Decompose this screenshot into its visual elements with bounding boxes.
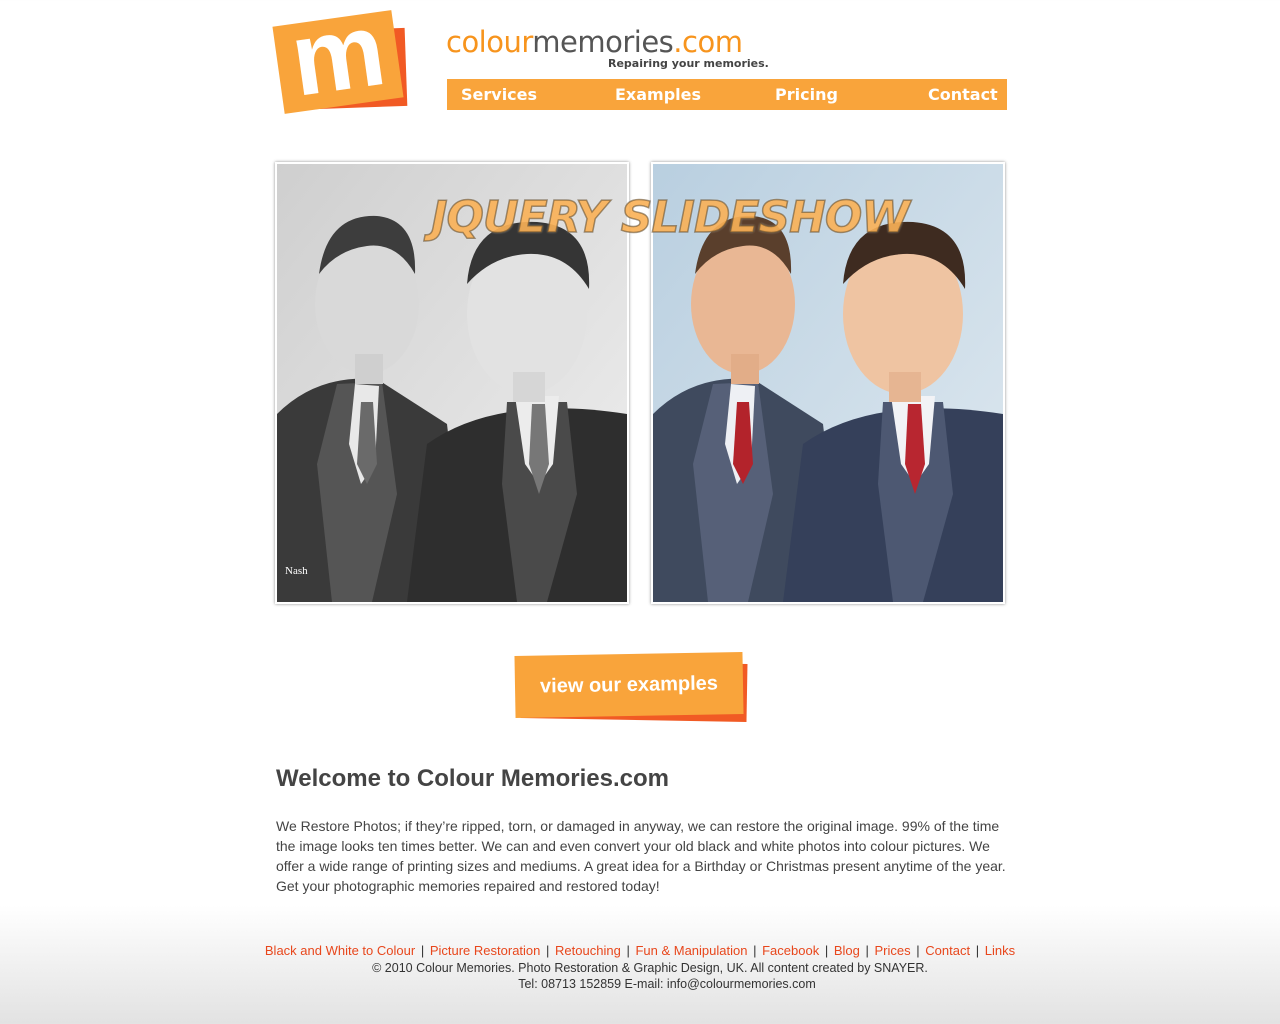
footer-separator: | (546, 943, 550, 958)
footer-separator: | (626, 943, 630, 958)
footer-link-fun-manipulation[interactable]: Fun & Manipulation (635, 943, 747, 958)
view-examples-button-wrap: view our examples (514, 652, 748, 722)
footer-separator: | (975, 943, 980, 958)
site-logo[interactable]: m (272, 0, 408, 119)
slideshow-label: JQUERY SLIDESHOW (430, 191, 910, 244)
main-nav: Services Examples Pricing Contact (447, 79, 1007, 110)
footer-copyright: © 2010 Colour Memories. Photo Restoratio… (372, 961, 928, 975)
nav-item-examples[interactable]: Examples (615, 85, 701, 104)
brand-part-colour: colour (446, 25, 533, 59)
logo-front-shape: m (272, 0, 404, 119)
welcome-title: Welcome to Colour Memories.com (276, 765, 669, 792)
footer-link-picture-restoration[interactable]: Picture Restoration (430, 943, 541, 958)
brand-part-memories: memories (532, 25, 674, 59)
footer-separator: | (753, 943, 757, 958)
brand-tagline: Repairing your memories. (608, 57, 769, 70)
footer-contact: Tel: 08713 152859 E-mail: info@colourmem… (518, 977, 816, 991)
nav-item-services[interactable]: Services (461, 85, 537, 104)
nav-item-contact[interactable]: Contact (928, 85, 998, 104)
page: m colourmemories.com Repairing your memo… (0, 0, 1280, 1024)
brand-part-com: .com (673, 25, 743, 59)
footer-link-blog[interactable]: Blog (834, 943, 860, 958)
footer-separator: | (865, 943, 869, 958)
welcome-body: We Restore Photos; if they’re ripped, to… (276, 818, 1006, 894)
footer-separator: | (916, 943, 920, 958)
view-examples-button[interactable]: view our examples (514, 652, 744, 718)
footer-link-facebook[interactable]: Facebook (762, 943, 819, 958)
footer-link-links[interactable]: Links (985, 943, 1015, 958)
footer-link-retouching[interactable]: Retouching (555, 943, 621, 958)
footer-link-prices[interactable]: Prices (875, 943, 911, 958)
footer-link-bw-to-colour[interactable]: Black and White to Colour (265, 943, 415, 958)
footer-separator: | (420, 943, 425, 958)
footer-link-contact[interactable]: Contact (925, 943, 970, 958)
logo-letter: m (284, 0, 390, 119)
photo-signature: Nash (285, 565, 308, 577)
footer-separator: | (824, 943, 829, 958)
brand-name[interactable]: colourmemories.com (446, 28, 766, 57)
footer-links: Black and White to Colour | Picture Rest… (0, 943, 1280, 958)
nav-item-pricing[interactable]: Pricing (775, 85, 838, 104)
